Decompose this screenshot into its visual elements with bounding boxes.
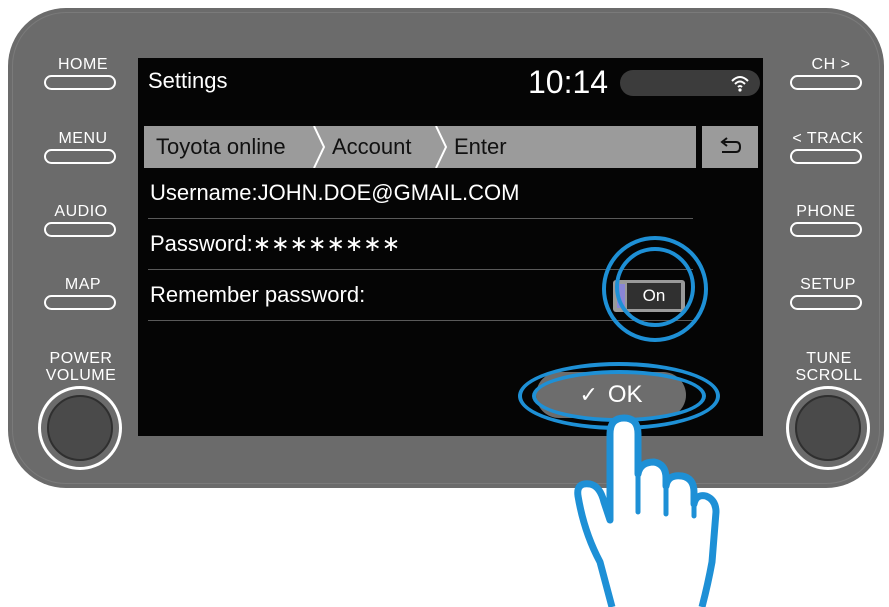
menu-button[interactable] xyxy=(44,149,116,164)
breadcrumb-item-enter: Enter xyxy=(442,126,562,168)
volume-knob[interactable] xyxy=(38,386,122,470)
screen-title: Settings xyxy=(148,68,228,93)
track-button[interactable] xyxy=(790,149,862,164)
menu-label: MENU xyxy=(58,130,108,147)
power-label: POWER xyxy=(49,350,113,367)
home-button[interactable] xyxy=(44,75,116,90)
breadcrumb-item-account[interactable]: Account xyxy=(320,126,448,168)
breadcrumb-label: Enter xyxy=(454,134,507,159)
pointing-hand-icon xyxy=(574,414,720,607)
back-arrow-icon xyxy=(720,137,742,153)
phone-label: PHONE xyxy=(796,203,856,220)
back-button[interactable] xyxy=(702,126,758,168)
setup-button[interactable] xyxy=(790,295,862,310)
username-text: Username:JOHN.DOE@GMAIL.COM xyxy=(150,180,520,205)
wifi-icon xyxy=(731,76,749,92)
status-bar: Settings 10:14 xyxy=(138,58,763,106)
phone-button[interactable] xyxy=(790,222,862,237)
audio-label: AUDIO xyxy=(54,203,108,220)
breadcrumb-item-toyota-online[interactable]: Toyota online xyxy=(144,126,326,168)
volume-label: VOLUME xyxy=(45,367,117,384)
home-label: HOME xyxy=(58,56,108,73)
breadcrumb-label: Account xyxy=(332,134,412,159)
remember-password-label: Remember password: xyxy=(150,282,366,307)
password-text: Password:∗∗∗∗∗∗∗∗ xyxy=(150,231,401,256)
clock: 10:14 xyxy=(528,64,609,100)
tune-label: TUNE xyxy=(806,350,852,367)
breadcrumb-label: Toyota online xyxy=(156,134,286,159)
breadcrumb: Toyota online Account Enter xyxy=(144,126,696,168)
username-row[interactable]: Username:JOHN.DOE@GMAIL.COM xyxy=(148,168,693,219)
tune-knob[interactable] xyxy=(786,386,870,470)
map-button[interactable] xyxy=(44,295,116,310)
setup-label: SETUP xyxy=(800,276,856,293)
map-label: MAP xyxy=(64,276,102,293)
toggle-highlight-ring-inner xyxy=(615,247,695,327)
scroll-label: SCROLL xyxy=(795,367,863,384)
channel-label: CH > xyxy=(811,56,851,73)
track-label: < TRACK xyxy=(792,130,864,147)
audio-button[interactable] xyxy=(44,222,116,237)
channel-button[interactable] xyxy=(790,75,862,90)
